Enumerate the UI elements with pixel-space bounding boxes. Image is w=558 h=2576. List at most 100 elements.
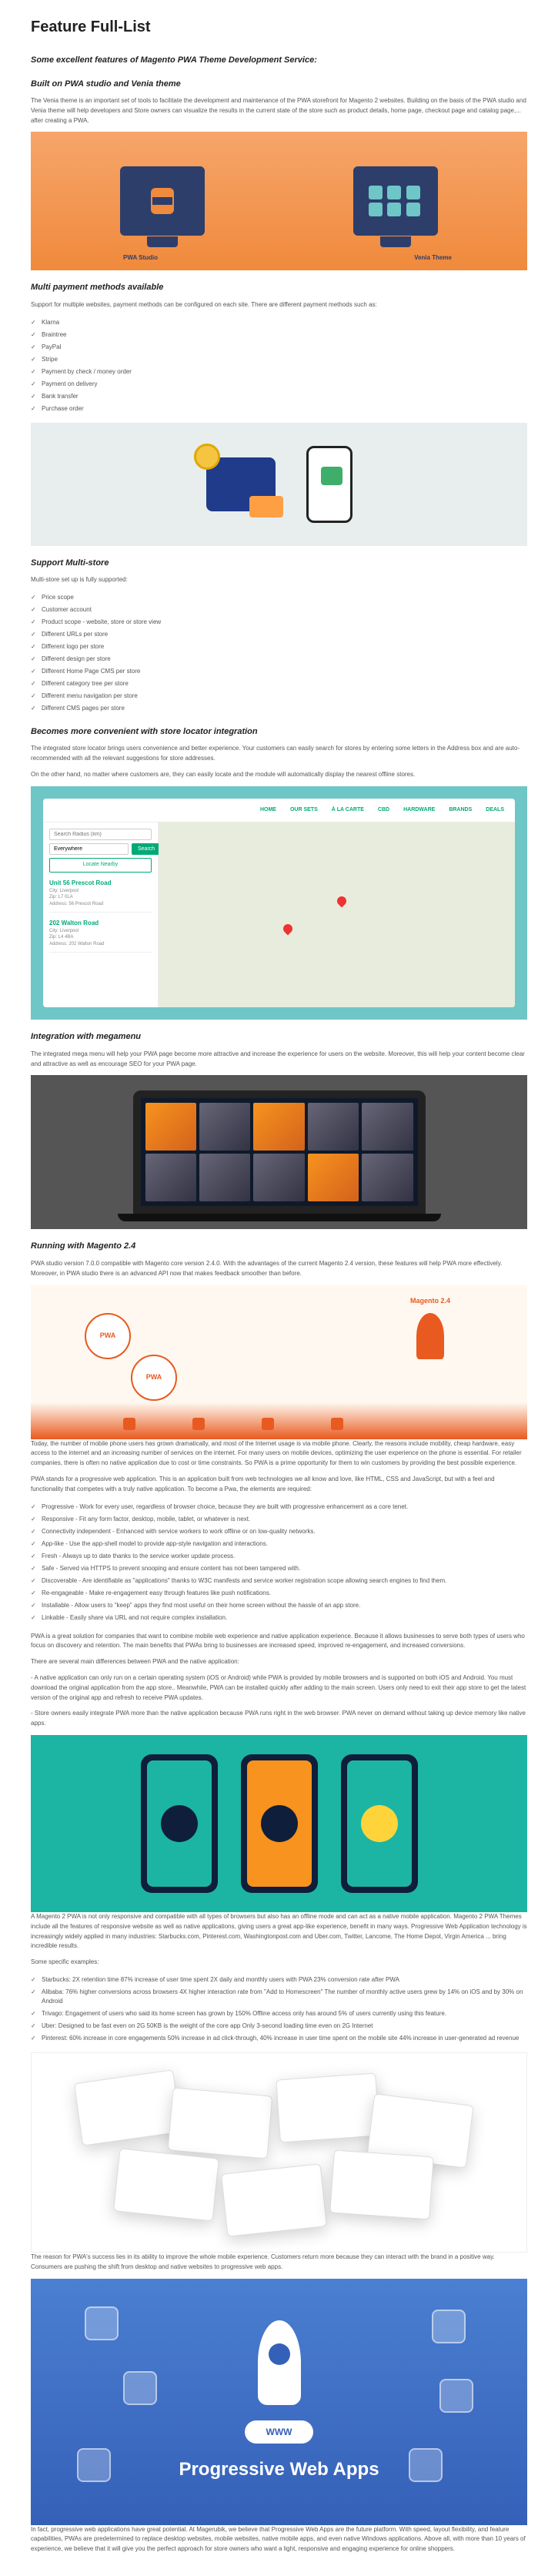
list-item: Installable - Allow users to "keep" apps… (31, 1600, 527, 1612)
pwa-requirements-list: Progressive - Work for every user, regar… (31, 1501, 527, 1624)
map-pin-icon (335, 895, 348, 908)
magento-icon (331, 1418, 343, 1430)
nav-item[interactable]: HOME (260, 806, 276, 815)
loc2-name: 202 Walton Road (49, 919, 152, 928)
nav-item[interactable]: BRANDS (449, 806, 472, 815)
list-item: Trivago: Engagement of users who said it… (31, 2008, 527, 2020)
sec5-heading: Integration with megamenu (31, 1030, 527, 1043)
nav-item[interactable]: HARDWARE (403, 806, 435, 815)
magento-icon (123, 1418, 135, 1430)
list-item: Progressive - Work for every user, regar… (31, 1501, 527, 1513)
location-result-1[interactable]: Unit 56 Prescot Road City: Liverpool Zip… (49, 879, 152, 913)
list-item: Fresh - Always up to date thanks to the … (31, 1550, 527, 1563)
venia-theme-label: Venia Theme (414, 253, 452, 263)
phone-cart-icon (306, 446, 353, 523)
list-item: Connectivity independent - Enhanced with… (31, 1526, 527, 1538)
devices-icon (77, 2448, 111, 2482)
list-item: Purchase order (31, 403, 527, 415)
no-signal-icon (161, 1805, 198, 1842)
list-item: Product scope - website, store or store … (31, 616, 527, 628)
sec2-text: Support for multiple websites, payment m… (31, 300, 527, 310)
sec6-p9: Some specific examples: (31, 1958, 527, 1968)
search-button[interactable]: Search (132, 843, 161, 855)
phone-mockup (141, 1754, 218, 1893)
sec3-text: Multi-store set up is fully supported: (31, 575, 527, 585)
location-result-2[interactable]: 202 Walton Road City: Liverpool Zip: L4 … (49, 919, 152, 953)
store-locator-sidebar: Search Locate Nearby Unit 56 Prescot Roa… (43, 822, 159, 1007)
card-icon (249, 496, 283, 518)
list-item: Price scope (31, 591, 527, 604)
search-radius-input[interactable] (49, 829, 152, 840)
list-item: Responsive - Fit any form factor, deskto… (31, 1513, 527, 1526)
list-item: Safe - Served via HTTPS to prevent snoop… (31, 1563, 527, 1575)
sec3-heading: Support Multi-store (31, 557, 527, 570)
list-item: Re-engageable - Make re-engagement easy … (31, 1587, 527, 1600)
sec6-p2: Today, the number of mobile phone users … (31, 1439, 527, 1469)
gear-icon (432, 2310, 466, 2343)
sec7-p1: The reason for PWA's success lies in its… (31, 2253, 527, 2273)
list-item: PayPal (31, 341, 527, 353)
magento-icon (192, 1418, 205, 1430)
pwa-circle-icon: PWA (85, 1313, 131, 1359)
list-item: Customer account (31, 604, 527, 616)
sec6-p5: There are several main differences betwe… (31, 1657, 527, 1667)
globe-icon (123, 2371, 157, 2405)
venia-theme-screen (353, 166, 438, 236)
magento-badge: Magento 2.4 (410, 1296, 450, 1307)
loc1-name: Unit 56 Prescot Road (49, 879, 152, 888)
touch-icon (361, 1805, 398, 1842)
multistore-list: Price scopeCustomer accountProduct scope… (31, 591, 527, 715)
phone-mockup (341, 1754, 418, 1893)
map-canvas[interactable] (159, 822, 515, 1007)
phone-mockup (241, 1754, 318, 1893)
sec2-heading: Multi payment methods available (31, 281, 527, 294)
pwa-studio-screen (120, 166, 205, 236)
pwa-circle-icon: PWA (131, 1355, 177, 1401)
sec6-p6: - A native application can only run on a… (31, 1673, 527, 1703)
list-item: Bank transfer (31, 390, 527, 403)
loc1-zip: Zip: L7 0LA (49, 894, 152, 900)
cart-icon (321, 467, 342, 485)
sec6-p7: - Store owners easily integrate PWA more… (31, 1709, 527, 1729)
list-item: Uber: Designed to be fast even on 2G 50K… (31, 2020, 527, 2032)
payments-illustration (31, 423, 527, 546)
nav-item[interactable]: OUR SETS (290, 806, 318, 815)
store-locator-nav: HOME OUR SETS À LA CARTE CBD HARDWARE BRANDS D… (43, 799, 515, 823)
coin-icon (194, 444, 220, 470)
store-locator-screenshot: HOME OUR SETS À LA CARTE CBD HARDWARE BRANDS D… (31, 786, 527, 1020)
list-item: Different category tree per store (31, 678, 527, 690)
list-item: Linkable - Easily share via URL and not … (31, 1612, 527, 1624)
sec4-p1: The integrated store locator brings user… (31, 744, 527, 764)
sec4-heading: Becomes more convenient with store locat… (31, 725, 527, 739)
cloud-icon (85, 2306, 119, 2340)
pwa-venia-illustration: PWA Studio Venia Theme (31, 132, 527, 270)
magento24-illustration: Magento 2.4 PWA PWA (31, 1285, 527, 1439)
loc2-address: Address: 202 Walton Road (49, 941, 152, 947)
nav-item[interactable]: À LA CARTE (332, 806, 364, 815)
list-item: Payment on delivery (31, 378, 527, 390)
sec1-text: The Venia theme is an important set of t… (31, 96, 527, 126)
nav-item[interactable]: CBD (378, 806, 389, 815)
loc1-city: City: Liverpool (49, 888, 152, 894)
pwa-hero-illustration: WWW Progressive Web Apps (31, 2279, 527, 2525)
nav-item[interactable]: DEALS (486, 806, 504, 815)
sec7-p2: In fact, progressive web applications ha… (31, 2525, 527, 2554)
clock-icon (261, 1805, 298, 1842)
list-item: Pinterest: 60% increase in core engageme… (31, 2032, 527, 2045)
list-item: Klarna (31, 317, 527, 329)
sec6-p3: PWA stands for a progressive web applica… (31, 1475, 527, 1495)
laptop-mockup (133, 1090, 426, 1214)
list-item: Alibaba: 76% higher conversions across b… (31, 1986, 527, 2008)
page-title: Feature Full-List (31, 15, 527, 39)
list-item: Stripe (31, 353, 527, 366)
sec1-heading: Built on PWA studio and Venia theme (31, 78, 527, 91)
list-item: Different CMS pages per store (31, 702, 527, 715)
page-subtitle: Some excellent features of Magento PWA T… (31, 54, 527, 67)
list-item: Payment by check / money order (31, 366, 527, 378)
shield-icon (409, 2448, 443, 2482)
locate-nearby-button[interactable]: Locate Nearby (49, 858, 152, 873)
loc2-zip: Zip: L4 4BA (49, 934, 152, 940)
sec6-p4: PWA is a great solution for companies th… (31, 1632, 527, 1652)
loc1-address: Address: 56 Prescot Road (49, 901, 152, 907)
search-location-input[interactable] (49, 843, 129, 855)
